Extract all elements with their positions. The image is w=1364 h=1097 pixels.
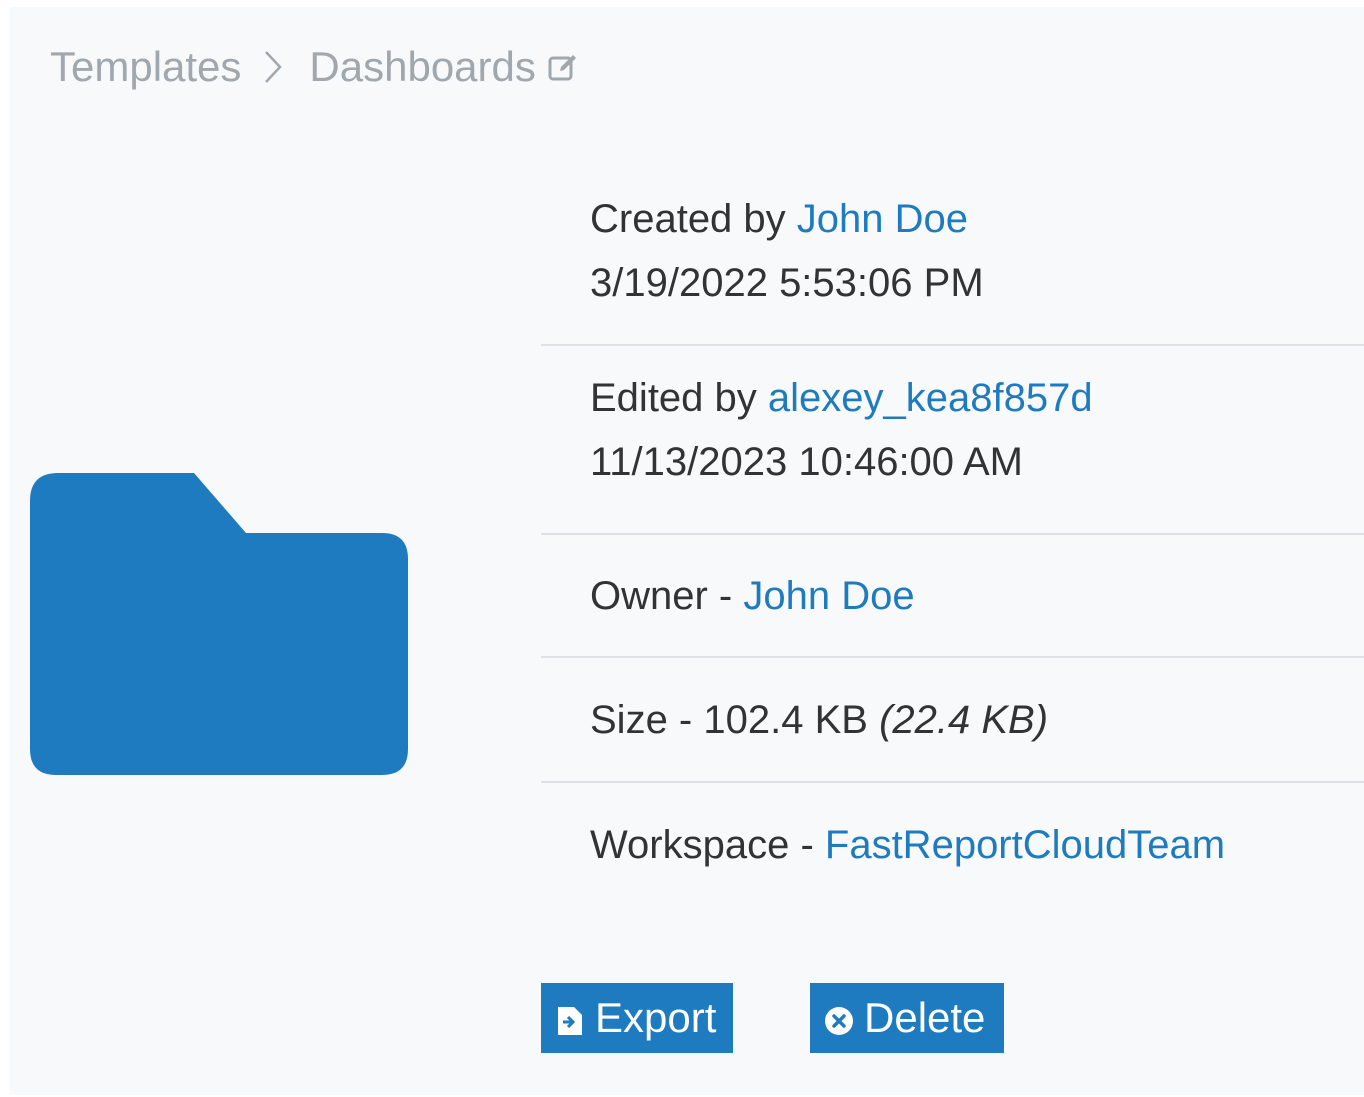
delete-circle-icon: [824, 1006, 854, 1036]
breadcrumb-templates[interactable]: Templates: [50, 43, 241, 91]
size-info: Size - 102.4 KB (22.4 KB): [541, 658, 1364, 783]
edited-info: Edited by alexey_kea8f857d 11/13/2023 10…: [541, 346, 1364, 535]
created-label: Created by: [590, 197, 797, 241]
created-info: Created by John Doe 3/19/2022 5:53:06 PM: [541, 167, 1364, 346]
folder-icon: [30, 473, 408, 775]
export-icon: [555, 1006, 585, 1036]
workspace-label: Workspace -: [590, 823, 825, 867]
chevron-right-icon: [263, 50, 283, 84]
size-value: 102.4 KB: [703, 697, 868, 742]
edited-by-user-link[interactable]: alexey_kea8f857d: [768, 376, 1093, 420]
folder-details-panel: Templates Dashboards Created by John Doe…: [10, 7, 1364, 1095]
created-by-user-link[interactable]: John Doe: [797, 197, 968, 241]
folder-info-list: Created by John Doe 3/19/2022 5:53:06 PM…: [541, 167, 1364, 907]
workspace-info: Workspace - FastReportCloudTeam: [541, 783, 1364, 907]
export-button[interactable]: Export: [541, 983, 733, 1053]
breadcrumb: Templates Dashboards: [50, 37, 578, 97]
edited-line: Edited by alexey_kea8f857d: [590, 366, 1364, 430]
edited-label: Edited by: [590, 376, 768, 420]
edit-icon[interactable]: [548, 52, 578, 82]
edited-timestamp: 11/13/2023 10:46:00 AM: [590, 440, 1023, 484]
owner-label: Owner -: [590, 573, 744, 618]
workspace-link[interactable]: FastReportCloudTeam: [825, 813, 1225, 877]
breadcrumb-dashboards: Dashboards: [309, 43, 536, 90]
owner-user-link[interactable]: John Doe: [743, 564, 914, 628]
size-secondary-value: (22.4 KB): [879, 697, 1049, 742]
owner-info: Owner - John Doe: [541, 535, 1364, 658]
delete-label: Delete: [864, 994, 986, 1041]
created-line: Created by John Doe: [590, 187, 1364, 251]
size-label: Size -: [590, 697, 704, 742]
export-label: Export: [595, 994, 717, 1041]
created-timestamp: 3/19/2022 5:53:06 PM: [590, 261, 984, 305]
delete-button[interactable]: Delete: [810, 983, 1004, 1053]
